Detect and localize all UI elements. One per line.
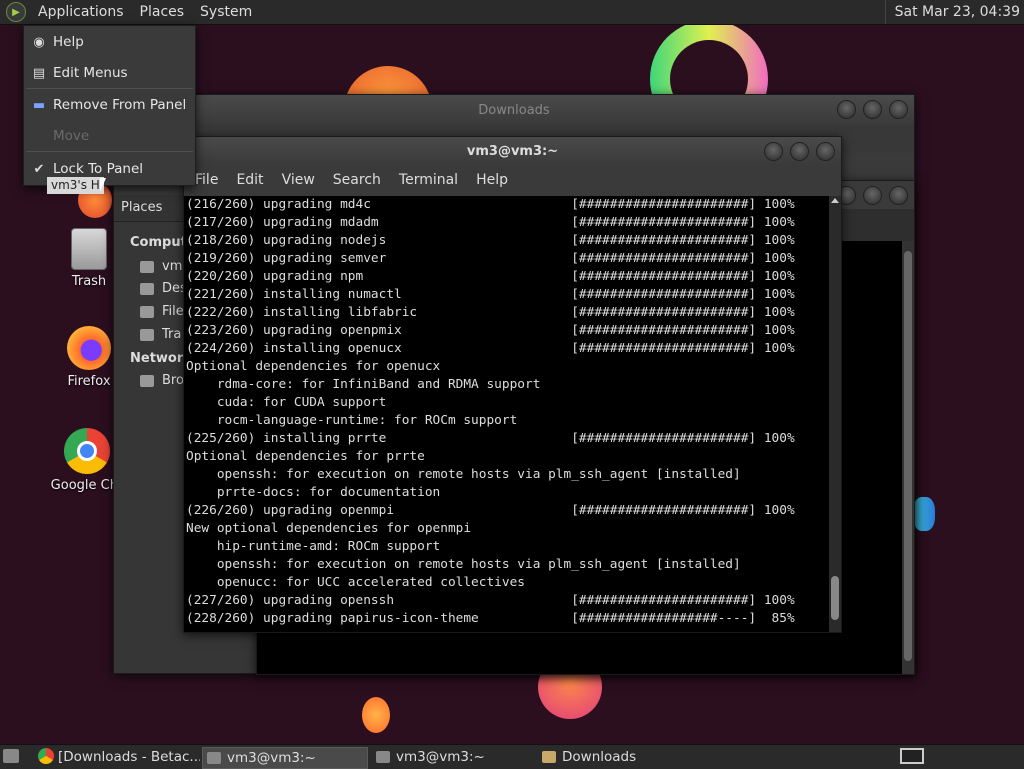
terminal-line: rocm-language-runtime: for ROCm support xyxy=(186,413,518,428)
menu-item-remove-from-panel[interactable]: ▬ Remove From Panel xyxy=(24,91,195,119)
terminal-line: cuda: for CUDA support xyxy=(186,395,387,410)
terminal-menubar: File Edit View Search Terminal Help xyxy=(184,165,841,195)
terminal-titlebar[interactable]: vm3@vm3:~ xyxy=(184,137,841,165)
terminal-line: (227/260) upgrading openssh [###########… xyxy=(186,593,795,608)
window-title: Downloads xyxy=(478,102,550,118)
home-folder-icon xyxy=(140,260,154,273)
downloads-titlebar[interactable]: Downloads xyxy=(114,95,914,125)
window-title: vm3@vm3:~ xyxy=(466,143,559,159)
close-button[interactable] xyxy=(889,186,908,205)
mouse-pointer-icon xyxy=(100,178,106,192)
clock[interactable]: Sat Mar 23, 04:39 xyxy=(884,0,1024,24)
trash-icon xyxy=(71,228,107,270)
checkmark-icon: ✔ xyxy=(33,161,45,177)
menu-separator xyxy=(26,88,193,89)
menu-edit[interactable]: Edit xyxy=(227,172,272,188)
trash-icon xyxy=(140,328,154,341)
wallpaper-blob xyxy=(362,697,390,733)
terminal-line: (221/260) installing numactl [##########… xyxy=(186,287,795,302)
terminal-line: (220/260) upgrading npm [###############… xyxy=(186,269,795,284)
terminal-line: (216/260) upgrading md4c [##############… xyxy=(186,197,795,212)
help-lifebuoy-icon: ◉ xyxy=(33,34,45,50)
terminal-line: (223/260) upgrading openpmix [##########… xyxy=(186,323,795,338)
task-downloads[interactable]: Downloads xyxy=(538,747,708,767)
places-item-filesystem[interactable]: File xyxy=(140,304,184,319)
terminal-line: (225/260) installing prrte [############… xyxy=(186,431,795,446)
terminal-lines: (216/260) upgrading md4c [##############… xyxy=(184,196,829,628)
terminal-scrollbar[interactable] xyxy=(829,196,841,632)
terminal-line: (226/260) upgrading openmpi [###########… xyxy=(186,503,795,518)
firefox-icon xyxy=(67,326,111,370)
menu-separator xyxy=(26,151,193,152)
menu-system[interactable]: System xyxy=(192,4,260,20)
terminal-line: (224/260) installing openucx [##########… xyxy=(186,341,795,356)
folder-icon xyxy=(542,751,556,763)
show-desktop-icon[interactable] xyxy=(3,749,19,763)
chrome-icon xyxy=(64,428,110,474)
remove-icon: ▬ xyxy=(32,97,46,113)
menu-places[interactable]: Places xyxy=(132,4,193,20)
terminal-icon xyxy=(376,751,390,763)
edit-menus-icon: ▤ xyxy=(32,65,46,81)
menu-view[interactable]: View xyxy=(273,172,324,188)
menu-terminal[interactable]: Terminal xyxy=(390,172,467,188)
chrome-icon[interactable] xyxy=(38,748,54,764)
tooltip: vm3's H xyxy=(47,177,104,194)
minimize-button[interactable] xyxy=(837,100,856,119)
network-browse-icon xyxy=(140,374,154,387)
scrollbar-thumb[interactable] xyxy=(904,251,912,661)
task-terminal-2[interactable]: vm3@vm3:~ xyxy=(372,747,532,767)
wallpaper-blob xyxy=(913,497,935,531)
terminal-output[interactable]: (216/260) upgrading md4c [##############… xyxy=(184,196,829,632)
terminal-line: New optional dependencies for openmpi xyxy=(186,521,472,536)
distro-logo-icon[interactable]: ▶ xyxy=(6,2,26,22)
scrollbar-thumb[interactable] xyxy=(831,576,839,620)
terminal-line: (228/260) upgrading papirus-icon-theme [… xyxy=(186,611,795,626)
terminal-line: (219/260) upgrading semver [############… xyxy=(186,251,795,266)
workspace-switcher[interactable] xyxy=(900,748,924,764)
terminal-line: prrte-docs: for documentation xyxy=(186,485,441,500)
terminal-line: (222/260) installing libfabric [########… xyxy=(186,305,795,320)
scroll-up-arrow-icon[interactable] xyxy=(831,198,839,203)
close-button[interactable] xyxy=(889,100,908,119)
terminal-line: hip-runtime-amd: ROCm support xyxy=(186,539,441,554)
task-chrome-downloads[interactable]: [Downloads - Betac... xyxy=(58,747,200,767)
terminal-line: Optional dependencies for prrte xyxy=(186,449,425,464)
scrollbar[interactable] xyxy=(902,241,914,674)
bottom-taskbar: [Downloads - Betac... vm3@vm3:~ vm3@vm3:… xyxy=(0,744,1024,769)
maximize-button[interactable] xyxy=(863,186,882,205)
filesystem-icon xyxy=(140,305,154,318)
panel-context-menu: ◉ Help ▤ Edit Menus ▬ Remove From Panel … xyxy=(23,25,196,186)
top-panel: ▶ Applications Places System Sat Mar 23,… xyxy=(0,0,1024,25)
terminal-window[interactable]: vm3@vm3:~ File Edit View Search Terminal… xyxy=(183,136,842,633)
terminal-line: Optional dependencies for openucx xyxy=(186,359,441,374)
close-button[interactable] xyxy=(816,142,835,161)
places-item-home[interactable]: vm xyxy=(140,259,182,274)
maximize-button[interactable] xyxy=(790,142,809,161)
desktop-folder-icon xyxy=(140,282,154,295)
places-item-trash[interactable]: Tra xyxy=(140,327,181,342)
menu-help[interactable]: Help xyxy=(467,172,517,188)
minimize-button[interactable] xyxy=(764,142,783,161)
maximize-button[interactable] xyxy=(863,100,882,119)
terminal-line: openssh: for execution on remote hosts v… xyxy=(186,557,741,572)
menu-applications[interactable]: Applications xyxy=(30,4,132,20)
menu-item-edit-menus[interactable]: ▤ Edit Menus xyxy=(24,59,195,87)
terminal-line: rdma-core: for InfiniBand and RDMA suppo… xyxy=(186,377,541,392)
menu-search[interactable]: Search xyxy=(324,172,390,188)
task-terminal-1[interactable]: vm3@vm3:~ xyxy=(202,747,368,769)
terminal-icon xyxy=(207,752,221,764)
terminal-line: (217/260) upgrading mdadm [#############… xyxy=(186,215,795,230)
menu-item-move: Move xyxy=(53,128,90,144)
places-item-browse-network[interactable]: Bro xyxy=(140,373,184,388)
terminal-line: openucc: for UCC accelerated collectives xyxy=(186,575,525,590)
terminal-line: openssh: for execution on remote hosts v… xyxy=(186,467,741,482)
terminal-line: (218/260) upgrading nodejs [############… xyxy=(186,233,795,248)
menu-item-help[interactable]: ◉ Help xyxy=(24,28,195,56)
places-item-desktop[interactable]: Des xyxy=(140,281,187,296)
